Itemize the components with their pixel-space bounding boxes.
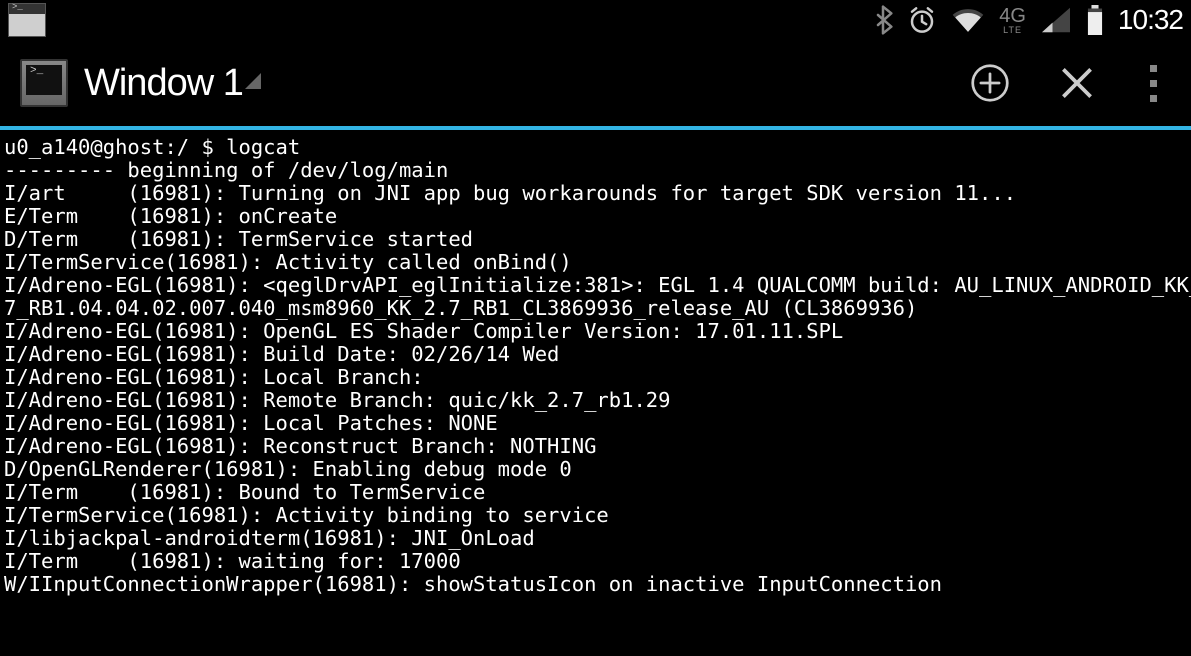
status-left bbox=[8, 3, 46, 37]
battery-icon bbox=[1086, 5, 1104, 35]
network-4g-text: 4G bbox=[999, 6, 1026, 26]
status-bar: 4G LTE 10:32 bbox=[0, 0, 1191, 40]
window-title: Window 1 bbox=[84, 62, 243, 105]
terminal-output[interactable]: u0_a140@ghost:/ $ logcat --------- begin… bbox=[0, 130, 1191, 596]
close-window-button[interactable] bbox=[1060, 66, 1094, 100]
app-bar: Window 1 bbox=[0, 40, 1191, 130]
plus-circle-icon bbox=[970, 63, 1010, 103]
wifi-icon bbox=[951, 6, 985, 34]
dropdown-triangle-icon bbox=[245, 73, 261, 89]
app-actions bbox=[970, 63, 1163, 103]
close-icon bbox=[1060, 66, 1094, 100]
status-clock: 10:32 bbox=[1118, 4, 1183, 36]
cell-signal-icon bbox=[1040, 6, 1072, 34]
overflow-icon bbox=[1144, 65, 1163, 102]
add-window-button[interactable] bbox=[970, 63, 1010, 103]
overflow-menu-button[interactable] bbox=[1144, 65, 1163, 102]
terminal-notification-icon bbox=[8, 3, 46, 37]
network-type-label: 4G LTE bbox=[999, 6, 1026, 35]
bluetooth-icon bbox=[873, 5, 893, 35]
network-lte-text: LTE bbox=[1003, 26, 1022, 35]
alarm-icon bbox=[907, 5, 937, 35]
window-selector[interactable]: Window 1 bbox=[84, 62, 261, 105]
status-right: 4G LTE 10:32 bbox=[873, 4, 1183, 36]
app-icon bbox=[20, 59, 68, 107]
